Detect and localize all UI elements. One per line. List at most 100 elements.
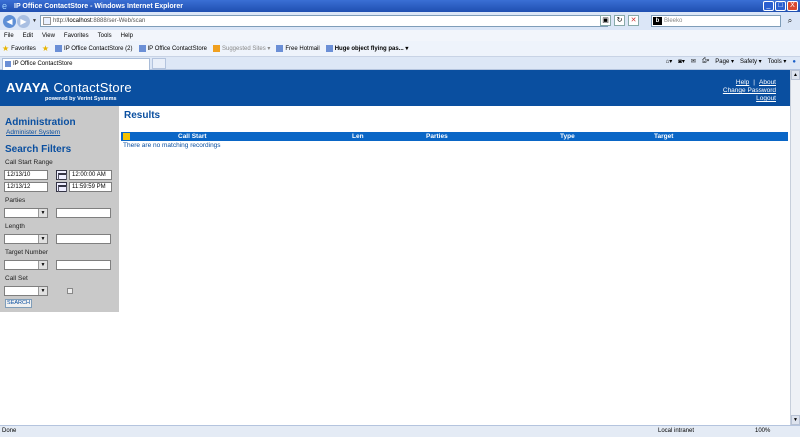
favorite-link-2[interactable]: IP Office ContactStore bbox=[138, 45, 207, 52]
menu-favorites[interactable]: Favorites bbox=[64, 33, 89, 39]
search-icon[interactable]: ⌕ bbox=[784, 15, 796, 27]
page-menu[interactable]: Page ▾ bbox=[715, 58, 734, 65]
empty-results-message: There are no matching recordings bbox=[123, 142, 221, 149]
column-target[interactable]: Target bbox=[654, 133, 673, 140]
address-bar: ◀ ▶ ▼ http://localhost:8888/ser-Web/scan… bbox=[0, 12, 800, 30]
back-button[interactable]: ◀ bbox=[3, 14, 16, 28]
chevron-down-icon: ▼ bbox=[38, 261, 47, 269]
vertical-scrollbar[interactable]: ▲ ▼ bbox=[790, 70, 800, 425]
add-favorite-icon[interactable]: ★ bbox=[42, 44, 49, 53]
menu-tools[interactable]: Tools bbox=[98, 33, 112, 39]
star-icon: ★ bbox=[2, 44, 10, 53]
results-title: Results bbox=[124, 110, 161, 121]
parties-label: Parties bbox=[5, 197, 26, 204]
administer-system-link[interactable]: Administer System bbox=[6, 129, 60, 136]
url-rest: :8888/ser-Web/scan bbox=[91, 18, 146, 24]
chevron-down-icon: ▼ bbox=[38, 235, 47, 243]
suggested-sites-icon bbox=[213, 45, 220, 52]
history-dropdown-icon[interactable]: ▼ bbox=[32, 18, 37, 24]
avaya-logo: AVAYA ContactStore bbox=[6, 80, 132, 95]
url-input[interactable]: http://localhost:8888/ser-Web/scan bbox=[40, 15, 608, 27]
status-bar: Done Local intranet 100% bbox=[0, 425, 800, 437]
maximize-button[interactable]: □ bbox=[775, 1, 786, 11]
favorite-link-feed[interactable]: Huge object flying pas... ▾ bbox=[325, 45, 408, 52]
search-provider-icon: b bbox=[653, 17, 662, 25]
zoom-level[interactable]: 100% bbox=[755, 426, 770, 437]
security-zone: Local intranet bbox=[658, 428, 695, 434]
window-controls: _ □ X bbox=[763, 1, 798, 11]
menu-help[interactable]: Help bbox=[121, 33, 133, 39]
call-set-select[interactable]: ▼ bbox=[4, 286, 48, 296]
scroll-down-icon[interactable]: ▼ bbox=[791, 415, 800, 425]
url-prefix: http:// bbox=[53, 18, 69, 24]
tab-contactstore[interactable]: IP Office ContactStore bbox=[2, 58, 150, 70]
close-button[interactable]: X bbox=[787, 1, 798, 11]
menu-bar: File Edit View Favorites Tools Help bbox=[0, 30, 800, 41]
favorite-label: IP Office ContactStore (2) bbox=[64, 45, 133, 52]
date-to-field[interactable]: 12/13/12 bbox=[4, 182, 48, 192]
new-tab-button[interactable] bbox=[152, 58, 166, 69]
menu-edit[interactable]: Edit bbox=[23, 33, 33, 39]
safety-menu[interactable]: Safety ▾ bbox=[740, 58, 762, 65]
call-set-checkbox[interactable] bbox=[67, 288, 73, 294]
window-title: IP Office ContactStore - Windows Interne… bbox=[14, 2, 183, 10]
header-links: Help | About Change Password Logout bbox=[723, 79, 776, 103]
parties-input[interactable] bbox=[56, 208, 111, 218]
favorite-link-hotmail[interactable]: Free Hotmail bbox=[276, 45, 320, 52]
column-parties[interactable]: Parties bbox=[426, 133, 448, 140]
home-icon[interactable]: ⌂▾ bbox=[666, 58, 673, 65]
time-from-field[interactable]: 12:00:00 AM bbox=[69, 170, 112, 180]
column-len[interactable]: Len bbox=[352, 133, 364, 140]
compatibility-view-icon[interactable]: ▣ bbox=[600, 15, 611, 26]
search-button[interactable]: SEARCH bbox=[5, 299, 32, 308]
calendar-icon[interactable] bbox=[56, 182, 67, 192]
target-number-input[interactable] bbox=[56, 260, 111, 270]
powered-by: powered by Verint Systems bbox=[45, 96, 117, 102]
logo-brand: AVAYA bbox=[6, 80, 50, 95]
favorites-bar: ★ Favorites ★ IP Office ContactStore (2) … bbox=[0, 41, 800, 57]
link-separator: | bbox=[753, 79, 755, 86]
change-password-link[interactable]: Change Password bbox=[723, 87, 776, 94]
about-link[interactable]: About bbox=[759, 79, 776, 86]
print-icon[interactable]: ⎙▾ bbox=[702, 58, 709, 65]
sidebar: Administration Administer System Search … bbox=[0, 106, 119, 312]
target-number-operator-select[interactable]: ▼ bbox=[4, 260, 48, 270]
forward-button[interactable]: ▶ bbox=[17, 14, 30, 28]
column-type[interactable]: Type bbox=[560, 133, 575, 140]
menu-file[interactable]: File bbox=[4, 33, 14, 39]
stop-icon[interactable]: ✕ bbox=[628, 15, 639, 26]
length-operator-select[interactable]: ▼ bbox=[4, 234, 48, 244]
date-from-field[interactable]: 12/13/10 bbox=[4, 170, 48, 180]
favorites-label: Favorites bbox=[11, 45, 36, 52]
search-input[interactable]: b Bleeko bbox=[651, 15, 781, 27]
ie-logo-icon: e bbox=[2, 1, 8, 11]
time-to-field[interactable]: 11:59:59 PM bbox=[69, 182, 112, 192]
address-actions: ▣ ↻ ✕ bbox=[600, 15, 639, 26]
refresh-icon[interactable]: ↻ bbox=[614, 15, 625, 26]
help-icon[interactable]: ● bbox=[792, 59, 796, 65]
help-link[interactable]: Help bbox=[736, 79, 749, 86]
favorites-button[interactable]: ★ Favorites bbox=[2, 44, 36, 53]
calendar-icon[interactable] bbox=[56, 170, 67, 180]
favorite-link-1[interactable]: IP Office ContactStore (2) bbox=[55, 45, 133, 52]
logout-link[interactable]: Logout bbox=[756, 95, 776, 102]
length-input[interactable] bbox=[56, 234, 111, 244]
menu-view[interactable]: View bbox=[42, 33, 55, 39]
column-call-start[interactable]: Call Start bbox=[178, 133, 207, 140]
play-icon[interactable] bbox=[123, 133, 130, 140]
call-start-range-label: Call Start Range bbox=[5, 159, 53, 166]
minimize-button[interactable]: _ bbox=[763, 1, 774, 11]
call-set-label: Call Set bbox=[5, 275, 28, 282]
page-icon bbox=[138, 45, 146, 52]
mail-icon[interactable]: ✉ bbox=[691, 58, 696, 65]
parties-operator-select[interactable]: ▼ bbox=[4, 208, 48, 218]
favorite-label: Free Hotmail bbox=[285, 45, 320, 52]
page-icon bbox=[43, 17, 51, 25]
feeds-icon[interactable]: ◙▾ bbox=[678, 58, 685, 65]
logo-product: ContactStore bbox=[53, 80, 132, 95]
tools-menu[interactable]: Tools ▾ bbox=[768, 58, 787, 65]
page-icon bbox=[55, 45, 63, 52]
suggested-sites[interactable]: Suggested Sites ▾ bbox=[213, 45, 270, 52]
app-header: AVAYA ContactStore powered by Verint Sys… bbox=[0, 70, 790, 106]
scroll-up-icon[interactable]: ▲ bbox=[791, 70, 800, 80]
